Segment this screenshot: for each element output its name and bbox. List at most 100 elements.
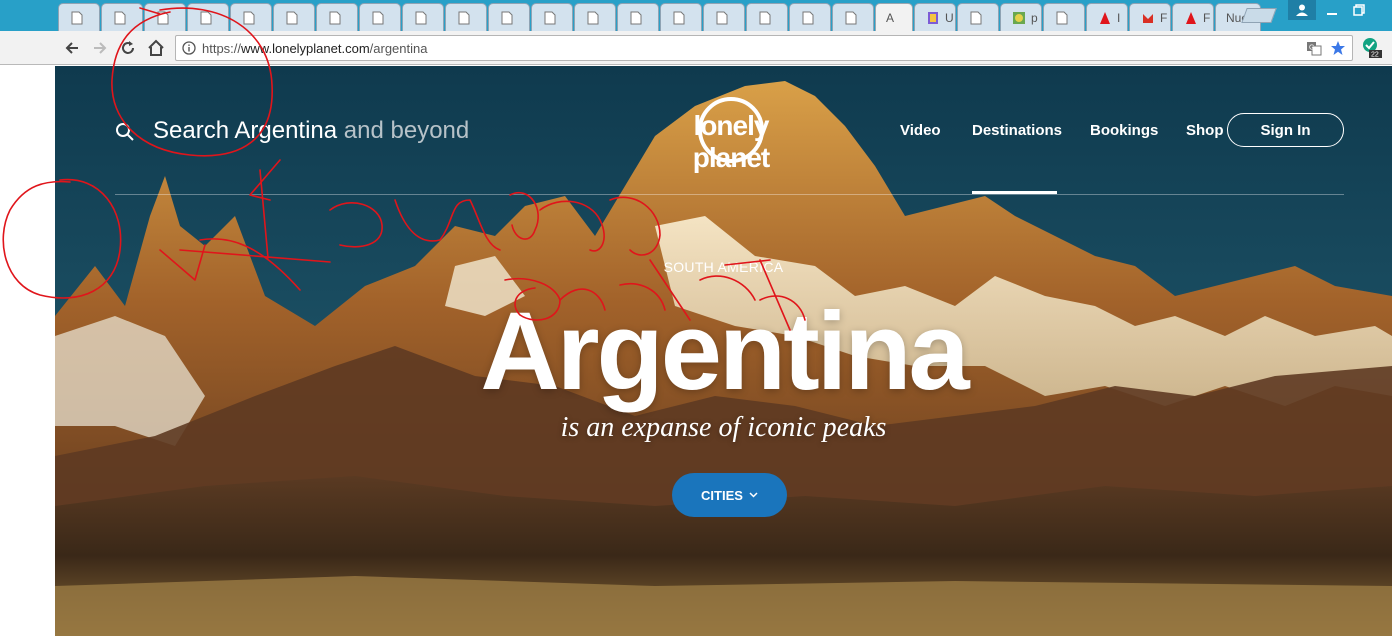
header-divider (115, 194, 1344, 195)
browser-tab[interactable] (58, 3, 100, 31)
page-icon (845, 11, 857, 25)
nav-video[interactable]: Video (900, 122, 941, 139)
circle-icon (1013, 12, 1025, 24)
search-placeholder-main: Search Argentina (153, 117, 338, 144)
page-icon (587, 11, 599, 25)
info-icon (182, 41, 196, 55)
url-text: https://www.lonelyplanet.com/argentina (202, 41, 427, 56)
address-bar[interactable]: https://www.lonelyplanet.com/argentina G (175, 35, 1353, 61)
browser-tab[interactable] (789, 3, 831, 31)
extension-button[interactable]: 22 (1360, 36, 1382, 58)
tab-title: F (1160, 11, 1168, 25)
url-path: /argentina (369, 41, 428, 56)
browser-tab[interactable] (531, 3, 573, 31)
page-icon (544, 11, 556, 25)
nav-shop[interactable]: Shop (1186, 122, 1224, 139)
svg-text:G: G (1309, 45, 1314, 52)
page-icon (243, 11, 255, 25)
home-icon (148, 39, 164, 56)
page-icon (329, 11, 341, 25)
page-icon (716, 11, 728, 25)
app-icon (928, 12, 938, 24)
browser-tab[interactable] (230, 3, 272, 31)
browser-tab[interactable]: I (1086, 3, 1128, 31)
forward-button[interactable] (89, 37, 111, 59)
tab-title: F (1203, 11, 1211, 25)
page-icon (200, 11, 212, 25)
browser-tab[interactable]: F (1129, 3, 1171, 31)
translate-icon[interactable]: G (1306, 41, 1322, 56)
new-tab-button[interactable] (1241, 8, 1277, 23)
page-icon (759, 11, 771, 25)
sign-in-button[interactable]: Sign In (1227, 113, 1344, 147)
page-icon (970, 11, 982, 25)
restore-icon (1353, 4, 1365, 16)
minimize-icon (1327, 13, 1337, 15)
nav-bookings[interactable]: Bookings (1090, 122, 1158, 139)
back-arrow-icon (65, 42, 78, 54)
page-icon (673, 11, 685, 25)
reload-button[interactable] (117, 37, 139, 59)
browser-tab[interactable] (957, 3, 999, 31)
page-icon (802, 11, 814, 25)
continent-label[interactable]: SOUTH AMERICA (55, 259, 1392, 275)
lonely-planet-logo[interactable]: lonely planet (657, 96, 805, 173)
adobe-icon (1186, 12, 1196, 24)
browser-tab[interactable] (488, 3, 530, 31)
page-icon (286, 11, 298, 25)
cities-label: CITIES (701, 487, 743, 503)
search-icon (116, 123, 134, 141)
search-placeholder-rest: and beyond (337, 117, 470, 144)
forward-arrow-icon (94, 42, 107, 54)
logo-text: lonely planet (692, 110, 770, 173)
reload-icon (122, 41, 134, 54)
browser-tab[interactable] (832, 3, 874, 31)
page-icon (114, 11, 126, 25)
browser-tab[interactable]: U (914, 3, 956, 31)
browser-tab[interactable]: A (875, 3, 913, 31)
restore-button[interactable] (1345, 0, 1373, 20)
tab-title: A (886, 11, 895, 25)
browser-tab[interactable] (316, 3, 358, 31)
minimize-button[interactable] (1318, 0, 1346, 20)
browser-tab[interactable] (445, 3, 487, 31)
page-icon (458, 11, 470, 25)
bookmark-star-icon[interactable] (1330, 40, 1346, 56)
page-icon (415, 11, 427, 25)
page-icon (1056, 11, 1068, 25)
profile-button[interactable] (1288, 0, 1316, 20)
chevron-down-icon (749, 492, 758, 498)
browser-tab[interactable] (660, 3, 702, 31)
page-icon (71, 11, 83, 25)
url-scheme: https:// (202, 41, 242, 56)
url-host: www.lonelyplanet.com (241, 41, 370, 56)
browser-tab[interactable] (187, 3, 229, 31)
browser-tab[interactable]: F (1172, 3, 1214, 31)
adobe-icon (1100, 12, 1110, 24)
tab-title: I (1117, 11, 1121, 25)
browser-tab[interactable] (101, 3, 143, 31)
back-button[interactable] (61, 37, 83, 59)
page-icon (630, 11, 642, 25)
browser-tab[interactable] (402, 3, 444, 31)
browser-tab[interactable] (359, 3, 401, 31)
browser-tab[interactable] (144, 3, 186, 31)
home-button[interactable] (145, 37, 167, 59)
browser-tab[interactable] (574, 3, 616, 31)
page-icon (157, 11, 169, 25)
tab-title: p (1031, 11, 1038, 25)
browser-tab[interactable] (703, 3, 745, 31)
country-title: Argentina (480, 290, 969, 413)
cities-dropdown-button[interactable]: CITIES (672, 473, 787, 517)
browser-tab[interactable] (273, 3, 315, 31)
browser-tab[interactable] (1043, 3, 1085, 31)
browser-tab[interactable]: p (1000, 3, 1042, 31)
browser-tab[interactable] (617, 3, 659, 31)
browser-tab[interactable] (746, 3, 788, 31)
hero-section: Search Argentina and beyond lonely plane… (55, 66, 1392, 636)
page: Search Argentina and beyond lonely plane… (0, 66, 1392, 636)
nav-destinations[interactable]: Destinations (972, 122, 1062, 139)
extension-badge: 22 (1371, 52, 1379, 59)
user-icon (1296, 4, 1308, 16)
search-input[interactable]: Search Argentina and beyond (153, 117, 469, 145)
